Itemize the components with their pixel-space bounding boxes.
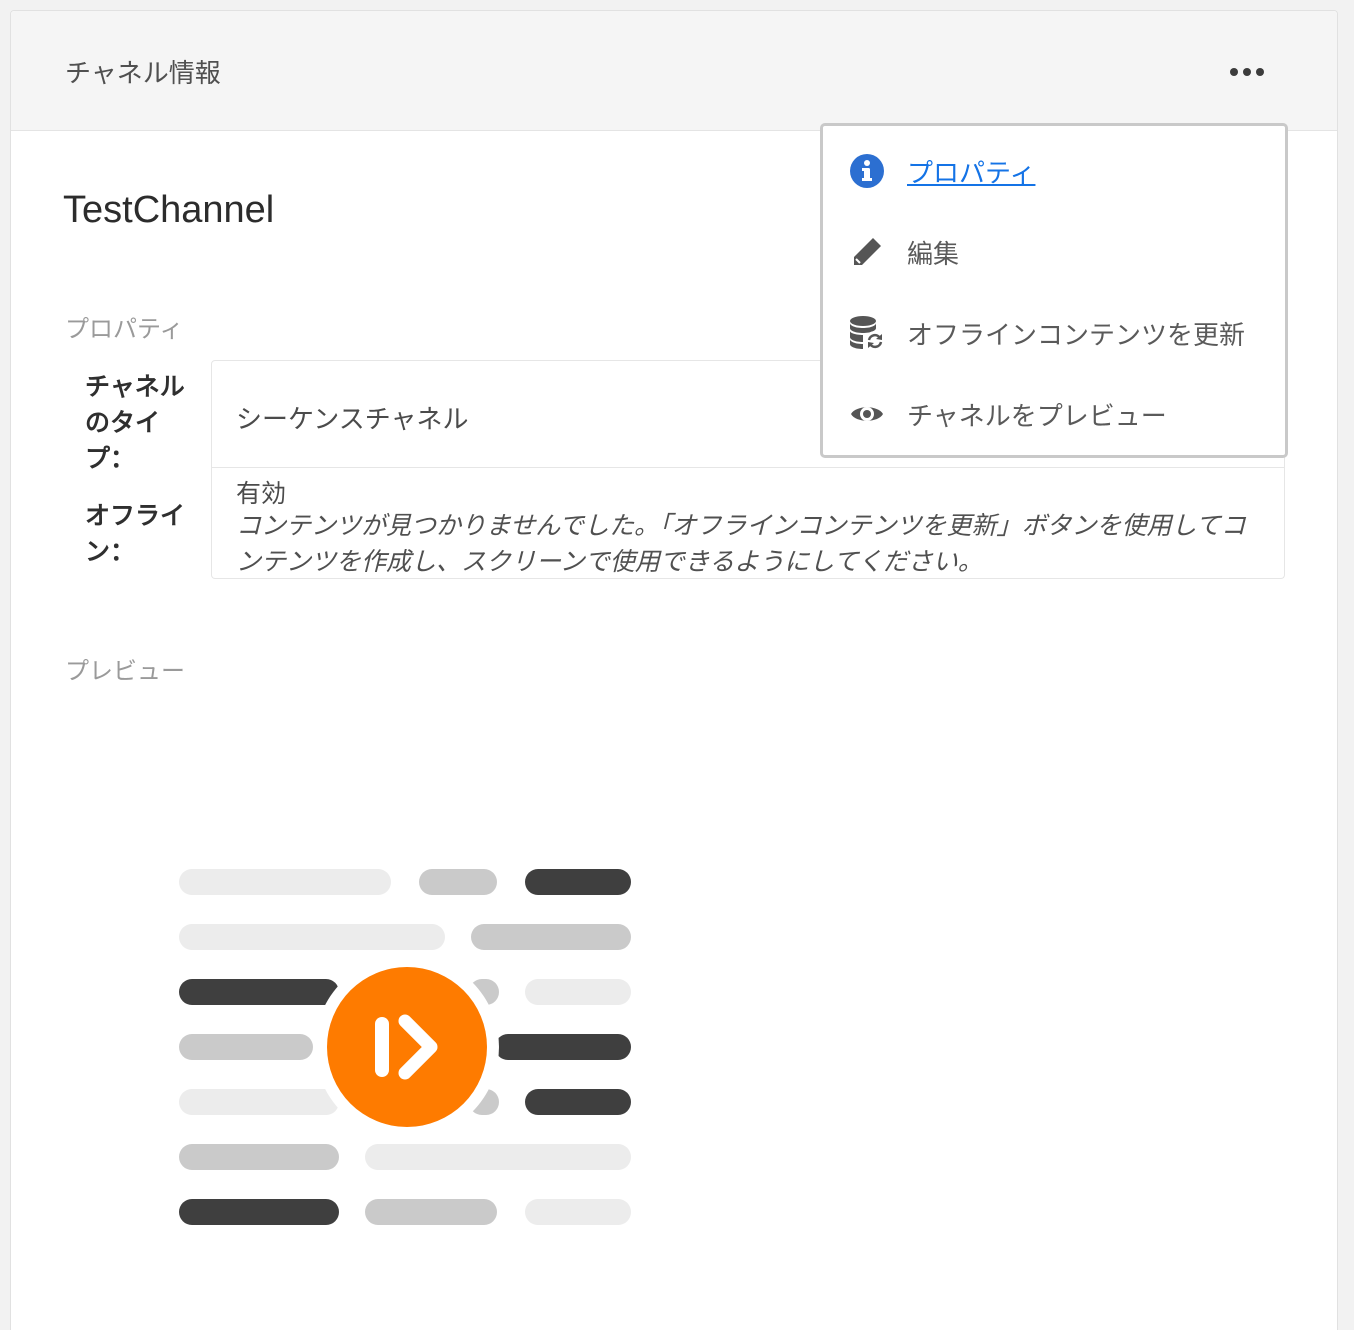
- pencil-icon: [847, 232, 887, 272]
- database-refresh-icon: [847, 313, 887, 353]
- menu-item-label: プロパティ: [907, 158, 1036, 189]
- menu-item-label: オフラインコンテンツを更新: [907, 320, 1246, 351]
- channel-type-label: チャネルのタイプ：: [85, 372, 185, 473]
- menu-item-label: チャネルをプレビュー: [907, 401, 1167, 432]
- card-title: チャネル情報: [65, 59, 221, 89]
- menu-item-preview-channel[interactable]: チャネルをプレビュー: [847, 389, 1267, 439]
- more-dot-icon: [1256, 68, 1264, 76]
- menu-item-edit[interactable]: 編集: [847, 227, 1267, 277]
- actions-dropdown-menu: プロパティ 編集 オフラインコンテンツを更新 チャネルをプレビュー: [820, 123, 1288, 458]
- offline-message: コンテンツが見つかりませんでした。「オフラインコンテンツを更新」ボタンを使用して…: [236, 511, 1246, 576]
- eye-icon: [847, 394, 887, 434]
- preview-section-label: プレビュー: [65, 657, 185, 685]
- channel-type-value: シーケンスチャネル: [236, 405, 469, 435]
- menu-item-properties[interactable]: プロパティ: [847, 146, 1267, 196]
- card-header: チャネル情報: [11, 11, 1337, 131]
- more-dot-icon: [1230, 68, 1238, 76]
- properties-section-label: プロパティ: [65, 315, 184, 343]
- channel-name: TestChannel: [63, 189, 275, 231]
- more-dot-icon: [1243, 68, 1251, 76]
- menu-item-update-offline-content[interactable]: オフラインコンテンツを更新: [847, 308, 1267, 358]
- more-actions-button[interactable]: [1221, 59, 1273, 85]
- menu-item-label: 編集: [907, 239, 960, 270]
- sequence-channel-preview-image: [179, 869, 639, 1235]
- offline-status: 有効: [236, 479, 287, 508]
- play-sequence-icon: [315, 955, 499, 1139]
- offline-label: オフライン：: [85, 501, 186, 566]
- offline-field: 有効 コンテンツが見つかりませんでした。「オフラインコンテンツを更新」ボタンを使…: [211, 468, 1285, 579]
- info-icon: [847, 151, 887, 191]
